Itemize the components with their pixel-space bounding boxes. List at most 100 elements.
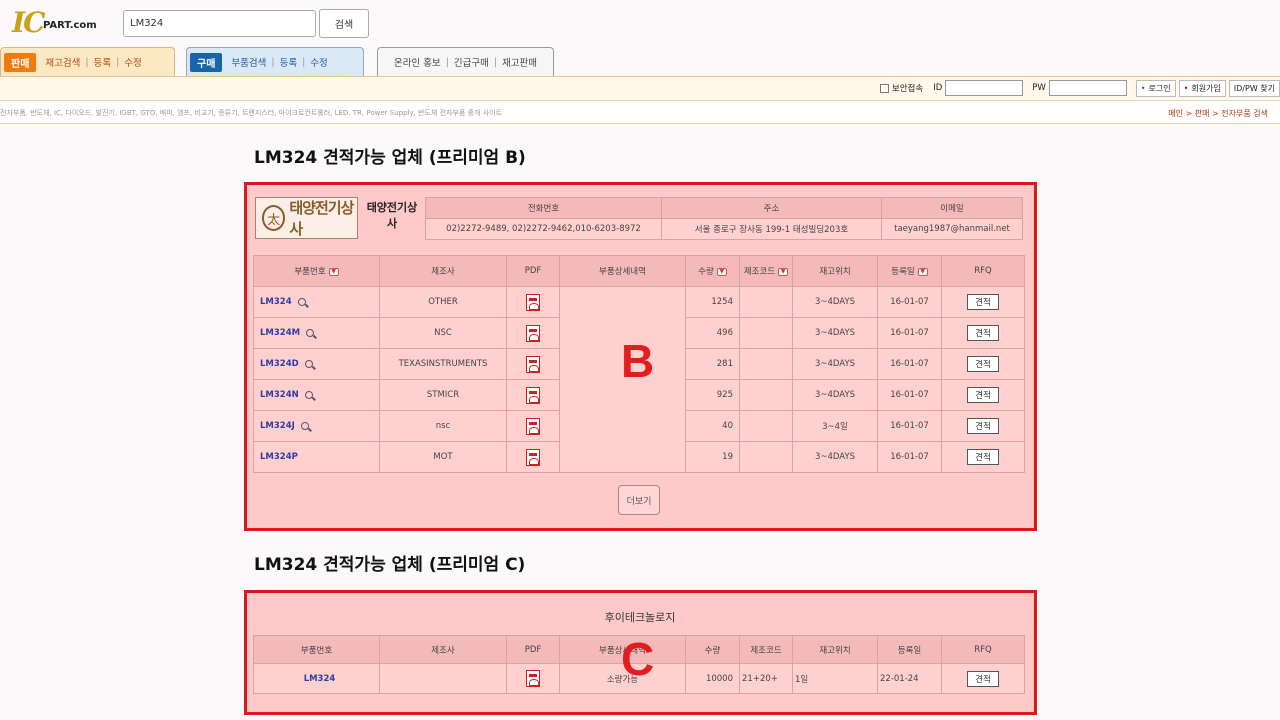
search-input[interactable]	[123, 10, 316, 37]
col-header-date[interactable]: 등록일 ▼	[877, 255, 942, 287]
join-button-label: 회원가입	[1191, 83, 1221, 93]
date-cell: 22-01-24	[877, 663, 942, 694]
location-cell: 3~4일	[792, 410, 878, 442]
pdf-icon[interactable]	[526, 386, 540, 404]
part-number-link[interactable]: LM324J	[260, 421, 295, 431]
promo-link-stock-sale[interactable]: 재고판매	[502, 55, 537, 69]
magnifier-icon[interactable]	[297, 297, 306, 306]
rfq-cell: 견적	[941, 317, 1025, 349]
pdf-icon[interactable]	[526, 670, 540, 687]
magnifier-icon[interactable]	[306, 328, 315, 337]
maker-cell: OTHER	[379, 286, 507, 318]
promo-link-urgent-buy[interactable]: 긴급구매	[454, 55, 489, 69]
sort-icon[interactable]: ▼	[917, 267, 928, 276]
company-name: 태양전기상사	[366, 201, 418, 230]
part-number-cell: LM324N	[253, 379, 380, 411]
col-header-part[interactable]: 부품번호 ▼	[253, 255, 380, 287]
maker-cell: nsc	[379, 410, 507, 442]
pdf-icon[interactable]	[526, 355, 540, 373]
section-c-title: LM324 견적가능 업체 (프리미엄 C)	[254, 555, 526, 575]
part-number-link[interactable]: LM324P	[260, 452, 298, 462]
pdf-icon[interactable]	[526, 448, 540, 466]
date-cell: 16-01-07	[877, 286, 942, 318]
magnifier-icon[interactable]	[304, 390, 313, 399]
part-number-link[interactable]: LM324	[304, 674, 336, 684]
id-input[interactable]	[945, 80, 1024, 96]
pdf-icon[interactable]	[526, 324, 540, 342]
quote-button[interactable]: 견적	[967, 294, 999, 310]
tab-sell-label[interactable]: 판매	[4, 52, 37, 72]
sell-link-edit[interactable]: 수정	[124, 55, 141, 69]
breadcrumb[interactable]: 메인 > 판매 > 전자부품 검색	[1168, 108, 1268, 119]
pdf-cell	[506, 317, 560, 349]
buy-link-part-search[interactable]: 부품검색	[231, 55, 266, 69]
quote-button[interactable]: 견적	[967, 356, 999, 372]
quote-button[interactable]: 견적	[967, 325, 999, 341]
info-header-address: 주소	[661, 197, 882, 219]
login-area: 보안접속 ID PW • 로그인 • 회원가입 ID/PW 찾기	[879, 79, 1280, 97]
col-qty-label: 수량	[698, 267, 714, 277]
rfq-cell: 견적	[941, 441, 1025, 473]
logo-ic-text: IC	[12, 6, 45, 39]
quote-button[interactable]: 견적	[967, 449, 999, 465]
magnifier-icon[interactable]	[304, 359, 313, 368]
code-cell	[739, 317, 793, 349]
magnifier-icon[interactable]	[300, 421, 309, 430]
part-number-link[interactable]: LM324M	[260, 328, 300, 338]
pdf-icon[interactable]	[526, 417, 540, 435]
pdf-icon[interactable]	[526, 293, 540, 311]
secure-login-checkbox[interactable]	[879, 83, 889, 93]
qty-cell: 496	[685, 317, 740, 349]
c-col-header-location: 재고위치	[792, 635, 878, 664]
section-b-title: LM324 견적가능 업체 (프리미엄 B)	[254, 148, 526, 168]
col-date-label: 등록일	[891, 267, 915, 277]
qty-cell: 1254	[685, 286, 740, 318]
company-c-name: 후이테크놀로지	[604, 611, 676, 624]
sort-icon[interactable]: ▼	[716, 267, 727, 276]
section-c-marker: C	[621, 633, 655, 685]
sort-icon[interactable]: ▼	[328, 267, 339, 276]
col-header-code[interactable]: 제조코드 ▼	[739, 255, 793, 287]
part-number-link[interactable]: LM324D	[260, 359, 299, 369]
location-cell: 3~4DAYS	[792, 286, 878, 318]
site-logo[interactable]: IC PART.com	[12, 8, 102, 38]
pdf-cell	[506, 410, 560, 442]
buy-link-edit[interactable]: 수정	[310, 55, 327, 69]
promo-link-online[interactable]: 온라인 홍보	[394, 55, 441, 69]
qty-cell: 10000	[685, 663, 740, 694]
tab-buy-label[interactable]: 구매	[190, 52, 223, 72]
quote-button[interactable]: 견적	[967, 387, 999, 403]
join-button[interactable]: • 회원가입	[1178, 79, 1226, 97]
login-button[interactable]: • 로그인	[1135, 79, 1176, 97]
part-number-link[interactable]: LM324N	[260, 390, 299, 400]
info-header-email: 이메일	[881, 197, 1023, 219]
company-logo[interactable]: 太 태양전기상사	[255, 197, 358, 239]
sort-icon[interactable]: ▼	[778, 267, 789, 276]
qty-cell: 925	[685, 379, 740, 411]
part-number-cell: LM324	[253, 663, 380, 694]
search-button[interactable]: 검색	[319, 9, 369, 38]
find-idpw-button[interactable]: ID/PW 찾기	[1228, 79, 1280, 97]
more-button[interactable]: 더보기	[618, 485, 660, 515]
date-cell: 16-01-07	[877, 410, 942, 442]
quote-button[interactable]: 견적	[967, 670, 999, 687]
secure-login-label: 보안접속	[891, 84, 924, 94]
quote-button[interactable]: 견적	[967, 418, 999, 434]
qty-cell: 281	[685, 348, 740, 380]
col-code-label: 제조코드	[743, 267, 776, 277]
location-cell: 3~4DAYS	[792, 348, 878, 380]
c-col-header-qty: 수량	[685, 635, 740, 664]
part-number-link[interactable]: LM324	[260, 297, 292, 307]
buy-link-register[interactable]: 등록	[280, 55, 297, 69]
code-cell	[739, 410, 793, 442]
tab-promo: 온라인 홍보 | 긴급구매 | 재고판매	[377, 47, 554, 76]
sell-link-stock-search[interactable]: 재고검색	[45, 55, 80, 69]
pdf-cell	[506, 663, 560, 694]
company-email[interactable]: taeyang1987@hanmail.net	[881, 218, 1023, 240]
sell-link-register[interactable]: 등록	[94, 55, 111, 69]
tab-sell: 판매 재고검색 | 등록 | 수정	[0, 47, 175, 76]
pw-input[interactable]	[1048, 80, 1127, 96]
col-header-qty[interactable]: 수량 ▼	[685, 255, 740, 287]
part-number-cell: LM324J	[253, 410, 380, 442]
pdf-cell	[506, 441, 560, 473]
